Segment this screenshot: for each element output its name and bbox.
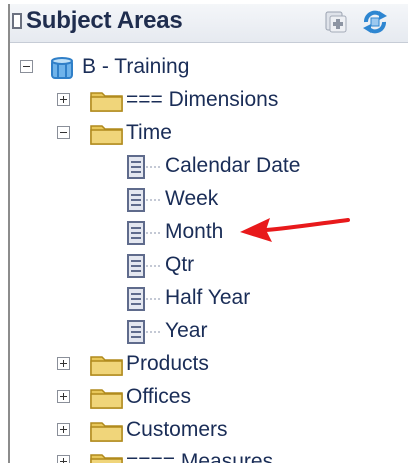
expand-toggle[interactable]	[57, 455, 70, 463]
tree-column-year[interactable]: Year	[10, 317, 408, 347]
column-label: Year	[165, 319, 208, 342]
tree-column-calendar-date[interactable]: Calendar Date	[10, 152, 408, 182]
refresh-icon	[363, 10, 387, 34]
folder-label: ==== Measures	[126, 450, 274, 463]
column-label: Calendar Date	[165, 154, 301, 177]
panel-header: Subject Areas	[10, 4, 408, 43]
collapse-toggle[interactable]	[20, 60, 33, 73]
folder-label: === Dimensions	[126, 88, 279, 111]
expand-toggle[interactable]	[57, 390, 70, 403]
tree-root-b-training[interactable]: B - Training	[10, 53, 408, 83]
panel-title: Subject Areas	[26, 7, 183, 34]
column-icon	[127, 155, 160, 179]
folder-label: Products	[126, 352, 209, 375]
tree-folder-offices[interactable]: Offices	[10, 383, 408, 413]
folder-label: Time	[126, 121, 172, 144]
folder-icon	[90, 422, 123, 442]
collapse-panel-icon[interactable]	[12, 13, 22, 29]
expand-toggle[interactable]	[57, 357, 70, 370]
red-arrow-icon	[240, 218, 350, 242]
expand-toggle[interactable]	[57, 93, 70, 106]
folder-icon	[90, 356, 123, 376]
tree-root-label: B - Training	[82, 55, 190, 78]
column-icon	[127, 320, 160, 344]
folder-icon	[90, 389, 123, 409]
tree-folder-measures[interactable]: ==== Measures	[10, 448, 408, 463]
column-label: Month	[165, 220, 224, 243]
folder-icon	[90, 454, 123, 463]
tree-folder-dimensions[interactable]: === Dimensions	[10, 86, 408, 116]
column-label: Week	[165, 187, 219, 210]
collapse-toggle[interactable]	[57, 126, 70, 139]
column-icon	[127, 221, 160, 245]
column-icon	[127, 254, 160, 278]
tree-folder-time[interactable]: Time	[10, 119, 408, 149]
subject-area-cube-icon	[51, 57, 73, 79]
column-icon	[127, 188, 160, 212]
folder-icon	[90, 125, 123, 145]
add-subject-area-button[interactable]	[321, 8, 351, 36]
column-label: Half Year	[165, 286, 251, 309]
tree-folder-customers[interactable]: Customers	[10, 416, 408, 446]
tree-column-qtr[interactable]: Qtr	[10, 251, 408, 281]
tree-folder-products[interactable]: Products	[10, 350, 408, 380]
folder-label: Customers	[126, 418, 228, 441]
column-label: Qtr	[165, 253, 195, 276]
refresh-button[interactable]	[360, 8, 390, 36]
folder-icon	[90, 92, 123, 112]
column-icon	[127, 287, 160, 311]
folder-label: Offices	[126, 385, 191, 408]
add-subject-area-icon	[325, 11, 347, 33]
tree-column-half-year[interactable]: Half Year	[10, 284, 408, 314]
expand-toggle[interactable]	[57, 423, 70, 436]
